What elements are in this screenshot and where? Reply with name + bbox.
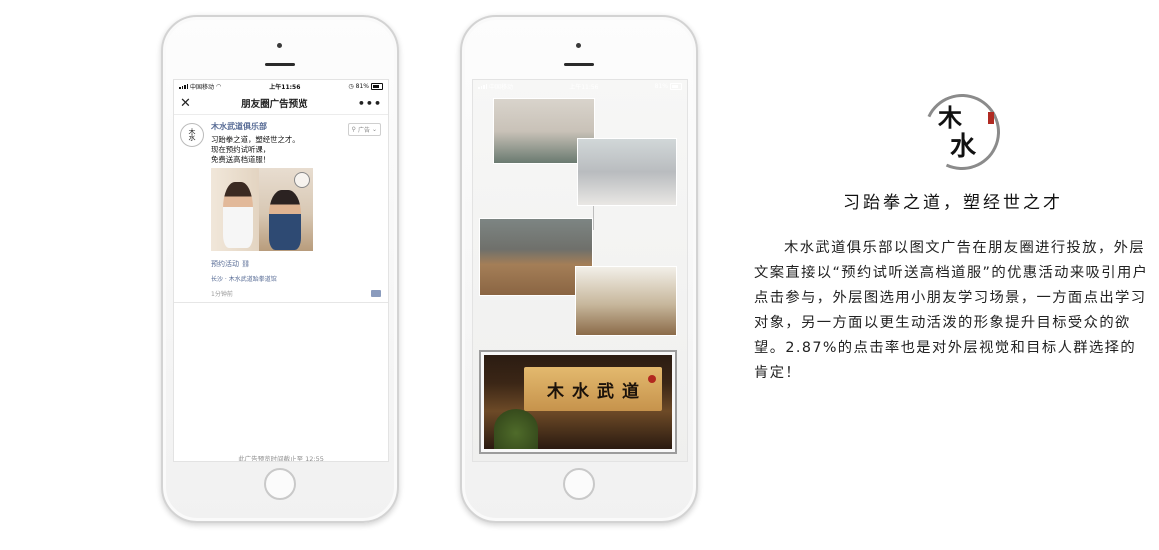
ad-tag-label: 广告 [357, 127, 370, 134]
plaque-char: 道 [622, 381, 639, 402]
plaque-seal [648, 375, 656, 383]
alarm-icon: ◷ [348, 82, 354, 90]
plaque-photo: 木 水 武 道 [484, 355, 672, 449]
avatar-logo-chars: 木水 [188, 127, 196, 142]
signal-icon [179, 83, 188, 89]
landing-page-gallery-screen: 中国移动 上午11:56 81% 木 水 武 道 [472, 79, 688, 462]
home-button[interactable] [563, 468, 595, 500]
location-pin-icon: ⚲ [351, 126, 356, 133]
post-meta: 1分钟前 [211, 289, 381, 298]
brand-logo: 木 水 [913, 83, 1011, 181]
ad-link-label: 预约活动 [211, 260, 239, 268]
wifi-icon: ◠ [216, 82, 222, 90]
plaque-board: 木 水 武 道 [524, 367, 662, 411]
image-logo-emblem [294, 172, 310, 188]
home-button[interactable] [264, 468, 296, 500]
plaque-char: 木 [547, 381, 564, 402]
gallery-photo-reception[interactable] [575, 266, 677, 336]
image-child-figure [223, 182, 253, 248]
slogan: 习跆拳之道，塑经世之才 [843, 193, 1063, 213]
battery-icon [371, 82, 383, 90]
ad-tag-button[interactable]: ⚲ 广告 ⌄ [347, 123, 381, 136]
copy-line: 免费送高档道服！ [211, 155, 271, 164]
battery-icon [670, 82, 682, 90]
ad-image[interactable] [211, 168, 313, 251]
gallery-framed-plaque[interactable]: 木 水 武 道 [479, 350, 677, 454]
post-copy: 习跆拳之道，塑经世之才。 现在预约试听课， 免费送高档道服！ [211, 135, 382, 165]
status-bar: 中国移动 上午11:56 81% [473, 80, 687, 92]
battery-percent: 81% [654, 82, 668, 90]
copy-line: 习跆拳之道，塑经世之才。 [211, 135, 300, 144]
moments-ad-post: 木水 ⚲ 广告 ⌄ 木水武道俱乐部 习跆拳之道，塑经世之才。 现在预约试听课， … [174, 115, 388, 303]
phone-mockup-right: 中国移动 上午11:56 81% 木 水 武 道 [460, 15, 698, 523]
comment-icon[interactable] [371, 290, 381, 297]
signal-icon [478, 83, 487, 89]
earpiece-speaker [265, 63, 295, 66]
link-icon: ⛓ [239, 260, 251, 268]
gallery-photo-child-uniform[interactable] [577, 138, 677, 206]
close-icon[interactable]: ✕ [180, 97, 191, 110]
ad-link[interactable]: 预约活动 ⛓ [211, 259, 382, 269]
status-bar: 中国移动 ◠ 上午11:56 ◷ 81% [174, 80, 388, 92]
carrier-label: 中国移动 [190, 83, 215, 91]
carrier-label: 中国移动 [489, 83, 514, 91]
avatar[interactable]: 木水 [180, 123, 204, 147]
more-icon[interactable]: ••• [358, 97, 382, 110]
case-description: 木水武道俱乐部以图文广告在朋友圈进行投放，外层文案直接以“预约试听送高档道服”的… [754, 240, 1149, 381]
front-camera [576, 43, 581, 48]
chevron-down-icon: ⌄ [371, 126, 377, 133]
copy-line: 现在预约试听课， [211, 145, 271, 154]
preview-deadline-note: 此广告预览时间截止至 12:55 [238, 455, 324, 462]
status-time: 上午11:56 [269, 83, 301, 91]
earpiece-speaker [564, 63, 594, 66]
logo-char: 水 [950, 132, 977, 162]
status-time: 上午11:56 [569, 83, 599, 91]
plaque-char: 水 [572, 381, 589, 402]
nav-bar: ✕ 朋友圈广告预览 ••• [174, 92, 388, 115]
image-child-figure [269, 190, 301, 250]
logo-seal [988, 112, 994, 124]
battery-percent: 81% [355, 82, 369, 90]
front-camera [277, 43, 282, 48]
page-title: 朋友圈广告预览 [241, 99, 308, 110]
wechat-ad-preview-screen: 中国移动 ◠ 上午11:56 ◷ 81% ✕ 朋友圈广告预览 ••• 木水 ⚲ … [173, 79, 389, 462]
plaque-char: 武 [597, 381, 614, 402]
post-location[interactable]: 长沙 · 木水武道跆拳道馆 [211, 274, 382, 283]
phone-mockup-left: 中国移动 ◠ 上午11:56 ◷ 81% ✕ 朋友圈广告预览 ••• 木水 ⚲ … [161, 15, 399, 523]
divider [174, 302, 388, 303]
plant-shape [494, 409, 538, 449]
post-time: 1分钟前 [211, 291, 233, 298]
